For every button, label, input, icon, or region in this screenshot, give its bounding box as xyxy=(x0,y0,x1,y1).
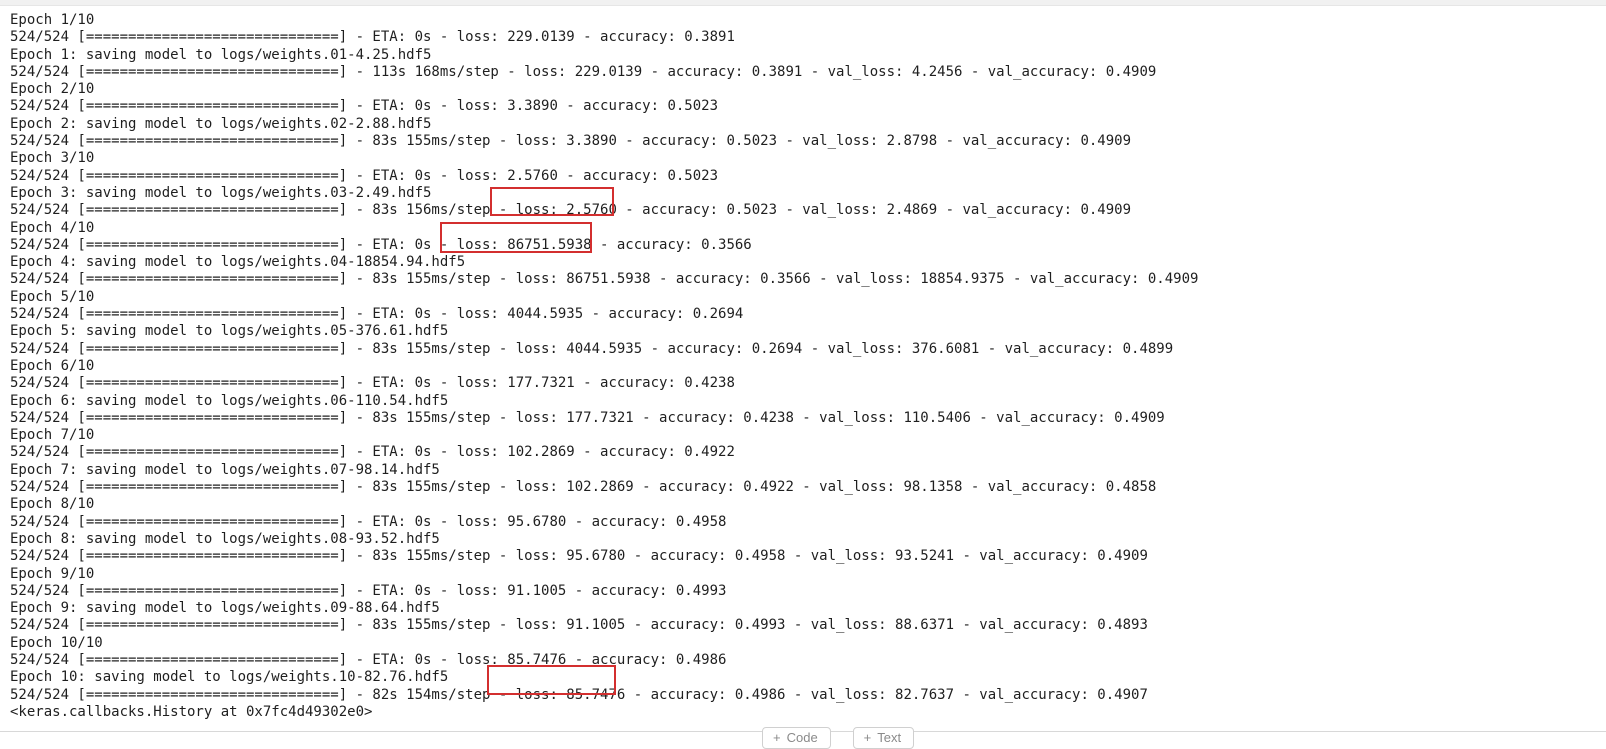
output-line: 524/524 [==============================]… xyxy=(10,167,719,184)
output-line: Epoch 10: saving model to logs/weights.1… xyxy=(10,669,449,686)
output-line: 524/524 [==============================]… xyxy=(10,98,719,115)
output-line: <keras.callbacks.History at 0x7fc4d49302… xyxy=(10,703,373,720)
output-line: Epoch 2/10 xyxy=(10,81,95,98)
add-cell-bar: + Code + Text xyxy=(762,727,915,749)
output-line: Epoch 10/10 xyxy=(10,634,103,651)
output-line: 524/524 [==============================]… xyxy=(10,617,1148,634)
output-line: Epoch 3: saving model to logs/weights.03… xyxy=(10,184,432,201)
output-line: 524/524 [==============================]… xyxy=(10,409,1165,426)
output-line: 524/524 [==============================]… xyxy=(10,513,727,530)
output-line: Epoch 8: saving model to logs/weights.08… xyxy=(10,530,440,547)
output-line: 524/524 [==============================]… xyxy=(10,548,1148,565)
output-line: 524/524 [==============================]… xyxy=(10,236,752,253)
output-line: Epoch 5/10 xyxy=(10,288,95,305)
notebook-top-strip xyxy=(0,0,1606,6)
output-line: 524/524 [==============================]… xyxy=(10,271,1199,288)
output-line: Epoch 8/10 xyxy=(10,496,95,513)
output-line: 524/524 [==============================]… xyxy=(10,63,1157,80)
output-line: Epoch 1/10 xyxy=(10,12,95,28)
output-line: 524/524 [==============================]… xyxy=(10,686,1148,703)
output-line: Epoch 2: saving model to logs/weights.02… xyxy=(10,115,432,132)
output-line: Epoch 4/10 xyxy=(10,219,95,236)
add-code-cell-button[interactable]: + Code xyxy=(762,727,831,749)
output-line: Epoch 6: saving model to logs/weights.06… xyxy=(10,392,449,409)
output-line: 524/524 [==============================]… xyxy=(10,133,1132,150)
output-line: 524/524 [==============================]… xyxy=(10,444,735,461)
output-line: Epoch 7/10 xyxy=(10,427,95,444)
output-line: Epoch 7: saving model to logs/weights.07… xyxy=(10,461,440,478)
output-line: Epoch 4: saving model to logs/weights.04… xyxy=(10,254,466,271)
output-line: 524/524 [==============================]… xyxy=(10,29,735,46)
add-text-cell-button[interactable]: + Text xyxy=(852,727,915,749)
output-line: 524/524 [==============================]… xyxy=(10,479,1157,496)
output-line: 524/524 [==============================]… xyxy=(10,202,1132,219)
output-line: 524/524 [==============================]… xyxy=(10,582,727,599)
output-line: Epoch 3/10 xyxy=(10,150,95,167)
output-line: Epoch 9: saving model to logs/weights.09… xyxy=(10,600,440,617)
cell-output: Epoch 1/10 524/524 [=====================… xyxy=(10,12,1600,721)
output-line: Epoch 6/10 xyxy=(10,357,95,374)
output-line: 524/524 [==============================]… xyxy=(10,340,1174,357)
output-line: 524/524 [==============================]… xyxy=(10,651,727,668)
output-line: Epoch 1: saving model to logs/weights.01… xyxy=(10,46,432,63)
output-line: 524/524 [==============================]… xyxy=(10,306,744,323)
output-line: 524/524 [==============================]… xyxy=(10,375,735,392)
output-line: Epoch 9/10 xyxy=(10,565,95,582)
output-line: Epoch 5: saving model to logs/weights.05… xyxy=(10,323,449,340)
